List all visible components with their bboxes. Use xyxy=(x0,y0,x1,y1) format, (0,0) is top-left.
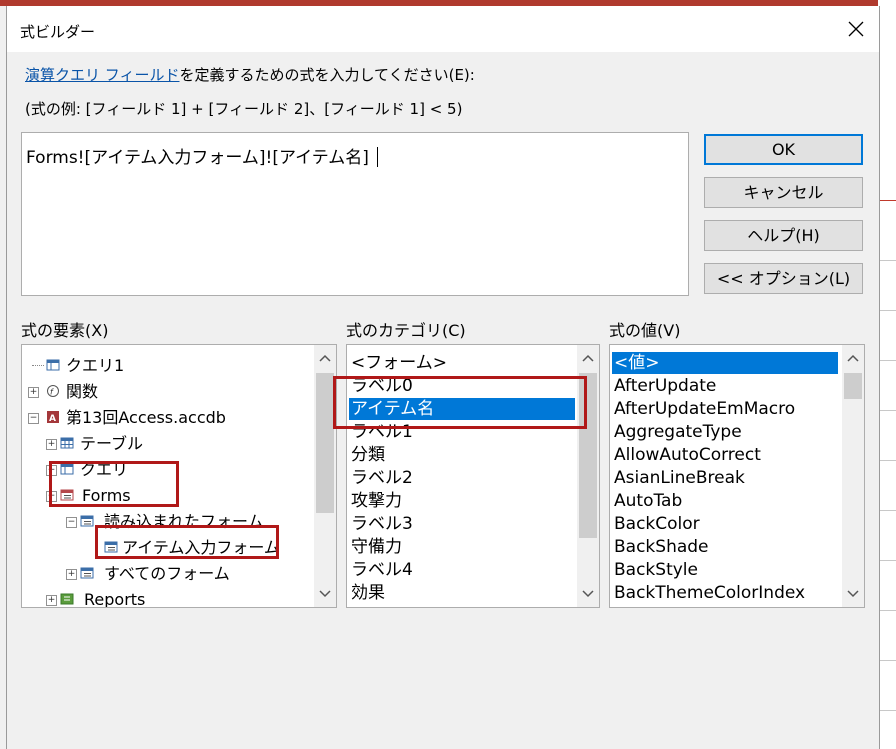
title-bar: 式ビルダー xyxy=(7,6,879,52)
list-item-selected[interactable]: <値> xyxy=(612,352,838,374)
tree-item-label: 関数 xyxy=(66,382,99,401)
list-item[interactable]: AfterUpdate xyxy=(614,375,716,397)
expression-builder-dialog: 式ビルダー 演算クエリ フィールドを定義するための式を入力してください(E): … xyxy=(6,6,880,749)
expression-text: Forms![アイテム入力フォーム]![アイテム名] xyxy=(26,148,369,168)
text-caret xyxy=(376,147,378,167)
list-item[interactable]: ラベル4 xyxy=(351,559,413,581)
ok-button[interactable]: OK xyxy=(704,134,863,165)
highlight-box-forms xyxy=(49,461,179,507)
svg-text:A: A xyxy=(49,414,56,423)
chevron-up-icon[interactable] xyxy=(847,353,859,363)
expand-icon[interactable]: + xyxy=(66,569,77,580)
values-label: 式の値(V) xyxy=(609,321,681,340)
list-item[interactable]: ラベル3 xyxy=(351,513,413,535)
list-item[interactable]: <フォーム> xyxy=(351,352,447,374)
list-item[interactable]: 分類 xyxy=(351,444,385,466)
list-item[interactable]: AutoTab xyxy=(614,490,682,512)
list-item[interactable]: AsianLineBreak xyxy=(614,467,745,489)
dialog-title: 式ビルダー xyxy=(20,23,96,41)
chevron-down-icon[interactable] xyxy=(319,589,331,599)
values-scrollbar[interactable] xyxy=(842,345,864,607)
list-item[interactable]: 攻撃力 xyxy=(351,490,402,512)
close-icon xyxy=(848,21,864,37)
highlight-box-category xyxy=(333,376,587,429)
highlight-box-form xyxy=(95,525,279,559)
chevron-down-icon[interactable] xyxy=(582,589,594,599)
tree-item-label: すべてのフォーム xyxy=(104,564,230,583)
tree-item-label: クエリ1 xyxy=(66,356,125,375)
list-item[interactable]: BackThemeColorIndex xyxy=(614,582,805,604)
access-db-icon: A xyxy=(47,411,59,423)
expand-icon[interactable]: + xyxy=(46,595,57,606)
list-item[interactable]: ラベル2 xyxy=(351,467,413,489)
list-item[interactable]: BackColor xyxy=(614,513,700,535)
chevron-down-icon[interactable] xyxy=(847,589,859,599)
list-item[interactable]: AllowAutoCorrect xyxy=(614,444,761,466)
list-item[interactable]: AfterUpdateEmMacro xyxy=(614,398,795,420)
expand-icon[interactable]: + xyxy=(46,439,57,450)
instruction-text: 演算クエリ フィールドを定義するための式を入力してください(E): xyxy=(25,64,475,85)
chevron-up-icon[interactable] xyxy=(582,353,594,363)
scroll-thumb[interactable] xyxy=(316,373,334,513)
chevron-up-icon[interactable] xyxy=(319,353,331,363)
expand-icon[interactable]: + xyxy=(28,387,39,398)
report-icon xyxy=(60,593,74,605)
instruction-rest: を定義するための式を入力してください(E): xyxy=(179,66,475,84)
list-item[interactable]: 守備力 xyxy=(351,536,402,558)
categories-label: 式のカテゴリ(C) xyxy=(346,321,466,340)
list-item[interactable]: BackStyle xyxy=(614,559,698,581)
table-icon xyxy=(60,437,74,449)
function-icon: f xyxy=(47,385,59,397)
tree-item-label: 第13回Access.accdb xyxy=(66,408,226,427)
background-sheet xyxy=(878,0,896,749)
scroll-thumb[interactable] xyxy=(844,373,862,399)
calculated-field-link[interactable]: 演算クエリ フィールド xyxy=(25,66,179,84)
close-button[interactable] xyxy=(841,14,871,44)
form-icon xyxy=(80,567,94,579)
form-icon xyxy=(80,515,94,527)
values-list[interactable]: <値> AfterUpdate AfterUpdateEmMacro Aggre… xyxy=(609,344,865,608)
list-item[interactable]: BackShade xyxy=(614,536,709,558)
collapse-icon[interactable]: − xyxy=(66,517,77,528)
collapse-icon[interactable]: − xyxy=(28,413,39,424)
help-button[interactable]: ヘルプ(H) xyxy=(704,220,863,251)
options-button[interactable]: << オプション(L) xyxy=(704,263,863,294)
tree-item-label: Reports xyxy=(84,590,146,608)
cancel-button[interactable]: キャンセル xyxy=(704,177,863,208)
expression-example: (式の例: [フィールド 1] + [フィールド 2]、[フィールド 1] < … xyxy=(25,100,463,118)
elements-label: 式の要素(X) xyxy=(21,321,109,340)
list-item[interactable]: 効果 xyxy=(351,582,385,604)
expression-input[interactable]: Forms![アイテム入力フォーム]![アイテム名] xyxy=(21,132,689,296)
tree-item-label: テーブル xyxy=(80,434,144,453)
list-item[interactable]: AggregateType xyxy=(614,421,742,443)
query-icon xyxy=(46,359,60,371)
